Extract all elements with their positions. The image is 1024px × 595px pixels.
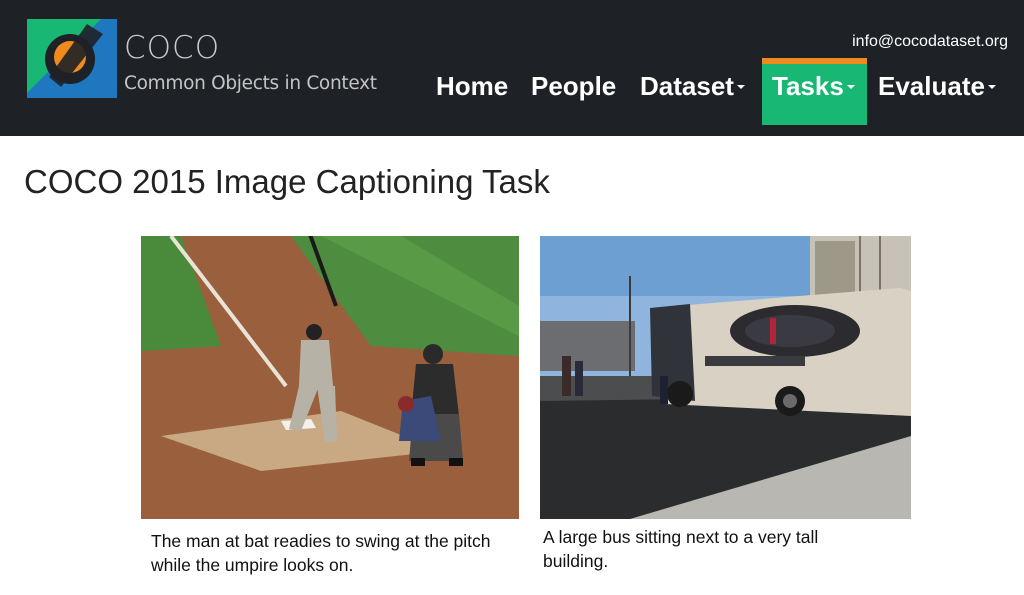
nav-dataset-label: Dataset: [640, 71, 734, 101]
nav-tasks-label: Tasks: [772, 71, 844, 101]
caret-down-icon: [736, 85, 745, 90]
nav-home[interactable]: Home: [436, 58, 508, 125]
baseball-photo: [141, 236, 519, 519]
nav-evaluate-dropdown[interactable]: Evaluate: [878, 58, 996, 125]
caret-down-icon: [846, 85, 855, 90]
nav-people[interactable]: People: [531, 58, 616, 125]
page-title: COCO 2015 Image Captioning Task: [24, 163, 550, 200]
nav-tasks-dropdown[interactable]: Tasks: [762, 58, 867, 125]
coco-logo-icon[interactable]: [27, 19, 117, 98]
contact-email-link[interactable]: info@cocodataset.org: [852, 33, 1008, 51]
nav-evaluate-label: Evaluate: [878, 71, 985, 101]
bus-photo: [540, 236, 911, 519]
brand-name: COCO: [124, 30, 221, 66]
nav-home-label: Home: [436, 71, 509, 101]
caption-bus: A large bus sitting next to a very tall …: [543, 527, 819, 571]
caption-baseball: The man at bat readies to swing at the p…: [151, 531, 491, 575]
caret-down-icon: [987, 85, 996, 90]
site-header: COCO Common Objects in Context info@coco…: [0, 0, 1024, 136]
nav-people-label: People: [531, 71, 617, 101]
brand-tagline: Common Objects in Context: [124, 73, 377, 94]
nav-dataset-dropdown[interactable]: Dataset: [640, 58, 745, 125]
